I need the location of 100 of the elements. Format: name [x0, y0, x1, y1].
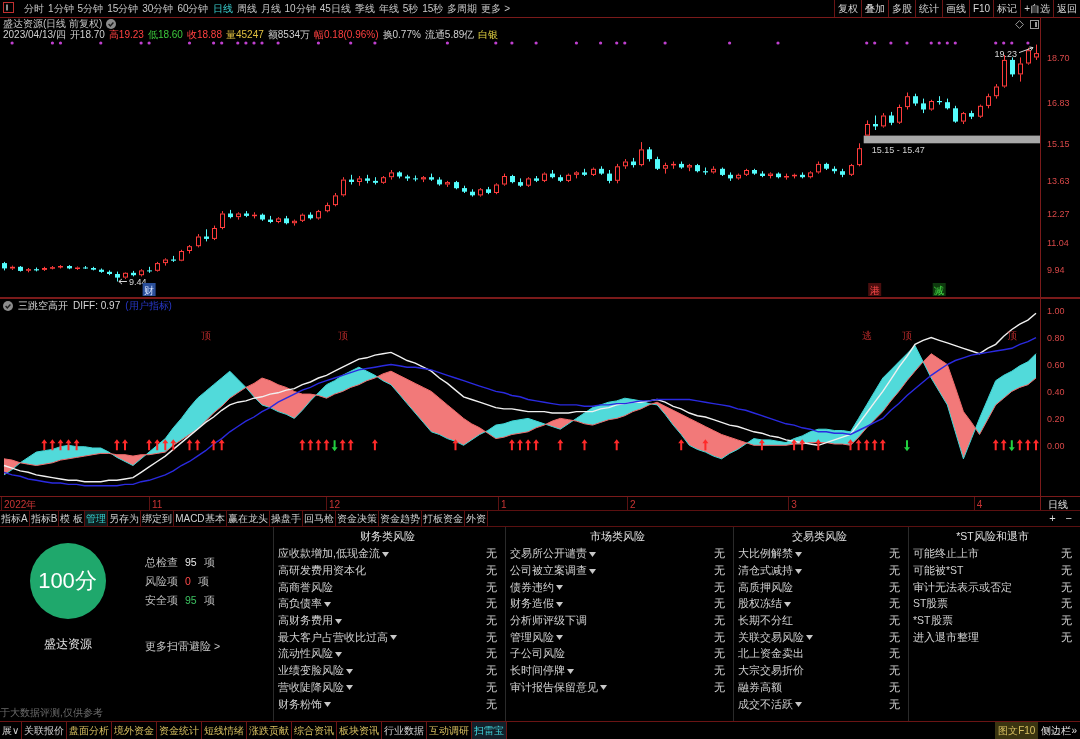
risk-item[interactable]: 业绩变脸风险: [278, 664, 353, 679]
risk-item[interactable]: 关联交易风险: [738, 630, 813, 645]
risk-item[interactable]: 审计报告保留意见: [510, 680, 607, 695]
bottom-tab[interactable]: 综合资讯: [292, 722, 338, 739]
risk-result: 无: [714, 564, 725, 579]
axis-tick-label: 11.04: [1047, 238, 1069, 249]
indicator-tab[interactable]: 资金决策: [335, 511, 379, 526]
risk-item[interactable]: 营收陡降风险: [278, 680, 353, 695]
indicator-tab[interactable]: 回马枪: [302, 511, 336, 526]
period-tab[interactable]: 更多 >: [479, 0, 513, 17]
period-tab[interactable]: 1分钟: [46, 0, 76, 17]
risk-item[interactable]: 财务造假: [510, 597, 563, 612]
bottom-tab[interactable]: 扫雷宝: [472, 722, 508, 739]
period-tab[interactable]: 15秒: [420, 0, 446, 17]
period-tab[interactable]: 月线: [258, 0, 283, 17]
more-link[interactable]: 更多扫雷避险 >: [145, 639, 221, 653]
toolbar-button[interactable]: F10: [968, 0, 994, 17]
indicator-tab[interactable]: 指标A: [0, 511, 30, 526]
candle: [91, 266, 96, 271]
indicator-tab[interactable]: 操盘手: [269, 511, 303, 526]
indicator-tab[interactable]: 绑定到: [141, 511, 175, 526]
candle: [1010, 56, 1015, 78]
period-tab[interactable]: 15分钟: [105, 0, 141, 17]
date-label: 12: [329, 499, 341, 510]
indicator-tab[interactable]: 外资: [464, 511, 488, 526]
risk-item[interactable]: 流动性风险: [278, 647, 342, 662]
toolbar-button[interactable]: +自选: [1020, 0, 1053, 17]
toolbar-button[interactable]: 画线: [941, 0, 969, 17]
bottom-tab[interactable]: 盘面分析: [67, 722, 113, 739]
period-tab[interactable]: 5分钟: [75, 0, 106, 17]
candle: [83, 265, 88, 270]
toolbar-button[interactable]: 复权: [833, 0, 861, 17]
risk-item[interactable]: 管理风险: [510, 630, 563, 645]
period-tab[interactable]: 45日线: [317, 0, 353, 17]
indicator-tab[interactable]: MACD基本: [174, 511, 227, 526]
indicator-tab[interactable]: 打板资金: [421, 511, 465, 526]
period-tab[interactable]: 5秒: [400, 0, 421, 17]
candle: [1034, 44, 1039, 61]
event-dot-icon: [889, 41, 893, 45]
risk-item[interactable]: 债券违约: [510, 580, 563, 595]
risk-item: 进入退市整理: [913, 630, 979, 645]
risk-item[interactable]: 高负债率: [278, 597, 331, 612]
risk-item[interactable]: 最大客户占营收比过高: [278, 630, 397, 645]
toolbar-button[interactable]: 标记: [993, 0, 1021, 17]
side-button[interactable]: 侧边栏»: [1038, 722, 1080, 739]
period-tab[interactable]: 多周期: [445, 0, 480, 17]
indicator-tab[interactable]: 管理: [85, 511, 109, 526]
risk-result: 无: [889, 697, 900, 712]
risk-item[interactable]: 长时间停牌: [510, 664, 574, 679]
candle: [365, 174, 370, 184]
period-tab[interactable]: 年线: [376, 0, 401, 17]
up-arrow-icon: [508, 439, 515, 451]
panel-icon[interactable]: [1030, 20, 1039, 29]
period-tab[interactable]: 日线: [210, 0, 235, 17]
bottom-tab[interactable]: 行业数据: [382, 722, 428, 739]
risk-item[interactable]: 成交不活跃: [738, 697, 802, 712]
indicator-tab[interactable]: 赢在龙头: [226, 511, 270, 526]
toolbar-button[interactable]: 统计: [914, 0, 942, 17]
bottom-tab[interactable]: 涨跌贡献: [247, 722, 293, 739]
risk-item[interactable]: 高财务费用: [278, 614, 342, 629]
period-tab[interactable]: 30分钟: [140, 0, 176, 17]
side-button[interactable]: 图文F10: [995, 722, 1039, 739]
event-tag: 港: [868, 283, 882, 296]
risk-item[interactable]: 股权冻结: [738, 597, 791, 612]
candle: [187, 244, 192, 254]
risk-item[interactable]: 大比例解禁: [738, 547, 802, 562]
period-tab[interactable]: 季线: [352, 0, 377, 17]
zoom-button[interactable]: −: [1065, 511, 1072, 526]
period-tab[interactable]: 周线: [234, 0, 259, 17]
risk-result: 无: [714, 614, 725, 629]
candle: [470, 188, 475, 198]
zoom-button[interactable]: +: [1049, 511, 1056, 526]
check-icon[interactable]: [106, 18, 117, 29]
indicator-tab[interactable]: 另存为: [108, 511, 142, 526]
toolbar-button[interactable]: 多股: [887, 0, 915, 17]
bottom-tab[interactable]: 短线情绪: [202, 722, 248, 739]
indicator-tab[interactable]: 指标B: [29, 511, 60, 526]
toolbar-button[interactable]: 叠加: [860, 0, 888, 17]
event-dot-icon: [349, 41, 353, 45]
candle: [784, 173, 789, 181]
toolbar-button[interactable]: 返回: [1053, 0, 1080, 17]
risk-item[interactable]: 交易所公开谴责: [510, 547, 596, 562]
bottom-tab[interactable]: 境外资金: [112, 722, 158, 739]
event-dot-icon: [139, 41, 143, 45]
risk-item[interactable]: 应收款增加,低现金流: [278, 547, 389, 562]
bottom-tab[interactable]: 板块资讯: [337, 722, 383, 739]
period-tab[interactable]: 10分钟: [282, 0, 318, 17]
bottom-tab[interactable]: 展∨: [0, 722, 23, 739]
period-tab[interactable]: 分时: [22, 0, 46, 17]
check-icon[interactable]: [3, 301, 13, 311]
risk-item[interactable]: 清仓式减持: [738, 564, 802, 579]
diamond-icon[interactable]: [1015, 20, 1024, 29]
period-tab[interactable]: 60分钟: [175, 0, 211, 17]
event-dot-icon: [99, 41, 103, 45]
bottom-tab[interactable]: 关联报价: [22, 722, 68, 739]
indicator-tab[interactable]: 资金趋势: [378, 511, 422, 526]
risk-item[interactable]: 财务粉饰: [278, 697, 331, 712]
bottom-tab[interactable]: 资金统计: [157, 722, 203, 739]
panel-icon[interactable]: [3, 2, 14, 13]
risk-item[interactable]: 公司被立案调查: [510, 564, 596, 579]
